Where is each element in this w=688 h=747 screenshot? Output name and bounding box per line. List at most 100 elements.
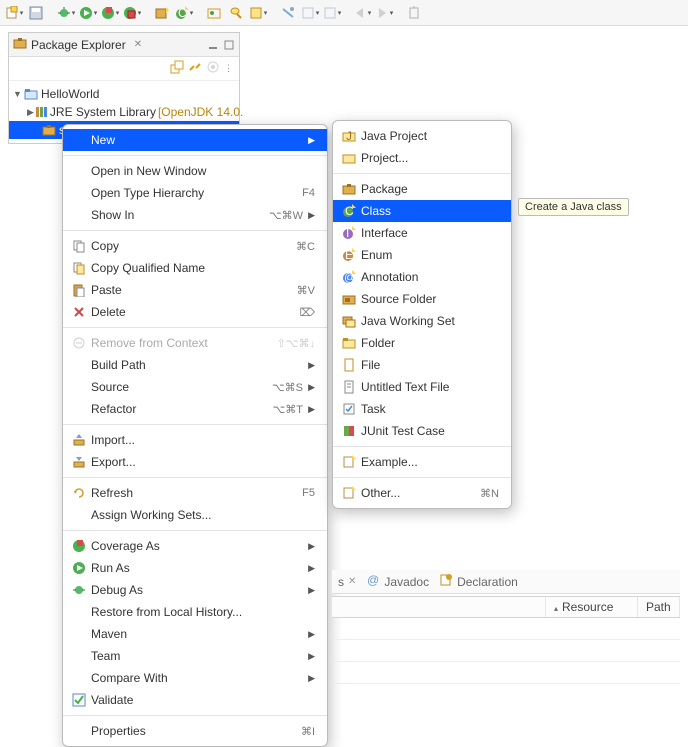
col-empty[interactable]: [332, 597, 546, 617]
menu-copy[interactable]: Copy⌘C: [63, 235, 327, 257]
menu-open-new-window[interactable]: Open in New Window: [63, 160, 327, 182]
explorer-header: Package Explorer ✕: [9, 33, 239, 57]
menu-maven[interactable]: Maven▶: [63, 623, 327, 645]
menu-debug-as[interactable]: Debug As▶: [63, 579, 327, 601]
java-project-icon: [23, 87, 39, 101]
annotation-icon: @: [339, 270, 359, 284]
ext-tools-button[interactable]: ▾: [122, 3, 142, 23]
submenu-example[interactable]: Example...: [333, 451, 511, 473]
submenu-class[interactable]: CClass: [333, 200, 511, 222]
menu-copy-qualified[interactable]: Copy Qualified Name: [63, 257, 327, 279]
submenu-java-project[interactable]: JJava Project: [333, 125, 511, 147]
explorer-title: Package Explorer: [31, 38, 126, 52]
prev-annotation-button[interactable]: ▾: [300, 3, 320, 23]
expand-arrow-icon[interactable]: ▶: [27, 107, 34, 118]
table-row[interactable]: [332, 662, 680, 684]
coverage-button[interactable]: ▾: [100, 3, 120, 23]
table-row[interactable]: [332, 640, 680, 662]
example-icon: [339, 455, 359, 469]
close-icon[interactable]: ✕: [134, 39, 142, 50]
save-button[interactable]: [26, 3, 46, 23]
class-icon: C: [339, 204, 359, 218]
minimize-icon[interactable]: [207, 39, 219, 51]
menu-assign-ws[interactable]: Assign Working Sets...: [63, 504, 327, 526]
submenu-enum[interactable]: EEnum: [333, 244, 511, 266]
refresh-icon: [69, 486, 89, 500]
submenu-package[interactable]: Package: [333, 178, 511, 200]
tab-javadoc[interactable]: @ Javadoc: [366, 573, 429, 590]
forward-button[interactable]: ▾: [374, 3, 394, 23]
declaration-icon: [439, 573, 453, 590]
svg-text:@: @: [367, 573, 379, 587]
menu-coverage-as[interactable]: Coverage As▶: [63, 535, 327, 557]
run-button[interactable]: ▾: [78, 3, 98, 23]
menu-source[interactable]: Source⌥⌘S▶: [63, 376, 327, 398]
submenu-untitled[interactable]: Untitled Text File: [333, 376, 511, 398]
submenu-interface[interactable]: IInterface: [333, 222, 511, 244]
col-resource[interactable]: ▴Resource: [546, 597, 638, 617]
collapse-all-icon[interactable]: [170, 60, 184, 77]
tree-project-row[interactable]: ▼ HelloWorld: [9, 85, 239, 103]
menu-new[interactable]: New▶: [63, 129, 327, 151]
submenu-junit[interactable]: JUnit Test Case: [333, 420, 511, 442]
menu-run-as[interactable]: Run As▶: [63, 557, 327, 579]
new-submenu: JJava Project Project... Package CClass …: [332, 120, 512, 509]
menu-validate[interactable]: Validate: [63, 689, 327, 711]
maximize-icon[interactable]: [223, 39, 235, 51]
library-icon: [34, 105, 48, 119]
search-button[interactable]: [226, 3, 246, 23]
new-package-button[interactable]: [152, 3, 172, 23]
menu-show-in[interactable]: Show In⌥⌘W▶: [63, 204, 327, 226]
next-annotation-button[interactable]: ▾: [322, 3, 342, 23]
tab-declaration[interactable]: Declaration: [439, 573, 518, 590]
jre-version: [OpenJDK 14.0.: [158, 105, 243, 119]
expand-arrow-icon[interactable]: ▼: [13, 89, 23, 99]
new-class-button[interactable]: C▾: [174, 3, 194, 23]
menu-delete[interactable]: Delete⌦: [63, 301, 327, 323]
menu-restore-history[interactable]: Restore from Local History...: [63, 601, 327, 623]
submenu-other[interactable]: Other...⌘N: [333, 482, 511, 504]
menu-open-type-hierarchy[interactable]: Open Type HierarchyF4: [63, 182, 327, 204]
col-path[interactable]: Path: [638, 597, 680, 617]
main-toolbar: ▾ ▾ ▾ ▾ ▾ C▾ ▾ ▾ ▾ ▾ ▾: [0, 0, 688, 26]
submenu-file[interactable]: File: [333, 354, 511, 376]
separator: [333, 173, 511, 174]
menu-team[interactable]: Team▶: [63, 645, 327, 667]
pin-editor-button[interactable]: [404, 3, 424, 23]
separator: [63, 230, 327, 231]
link-editor-icon[interactable]: [188, 60, 202, 77]
text-file-icon: [339, 380, 359, 394]
back-button[interactable]: ▾: [352, 3, 372, 23]
debug-button[interactable]: ▾: [56, 3, 76, 23]
menu-build-path[interactable]: Build Path▶: [63, 354, 327, 376]
menu-compare-with[interactable]: Compare With▶: [63, 667, 327, 689]
submenu-folder[interactable]: Folder: [333, 332, 511, 354]
submenu-annotation[interactable]: @Annotation: [333, 266, 511, 288]
menu-refactor[interactable]: Refactor⌥⌘T▶: [63, 398, 327, 420]
submenu-project[interactable]: Project...: [333, 147, 511, 169]
open-type-button[interactable]: [204, 3, 224, 23]
toggle-markers-button[interactable]: [278, 3, 298, 23]
tree-jre-row[interactable]: ▶ JRE System Library [OpenJDK 14.0.: [9, 103, 239, 121]
submenu-java-ws[interactable]: Java Working Set: [333, 310, 511, 332]
focus-task-icon[interactable]: [206, 60, 220, 77]
menu-refresh[interactable]: RefreshF5: [63, 482, 327, 504]
sort-asc-icon: ▴: [554, 604, 558, 613]
menu-import[interactable]: Import...: [63, 429, 327, 451]
new-wizard-button[interactable]: ▾: [4, 3, 24, 23]
tab-truncated[interactable]: s ✕: [338, 575, 356, 589]
table-row[interactable]: [332, 618, 680, 640]
view-menu-icon[interactable]: ⋮: [224, 63, 233, 74]
menu-export[interactable]: Export...: [63, 451, 327, 473]
open-task-button[interactable]: ▾: [248, 3, 268, 23]
menu-paste[interactable]: Paste⌘V: [63, 279, 327, 301]
submenu-task[interactable]: Task: [333, 398, 511, 420]
close-icon[interactable]: ✕: [348, 576, 356, 587]
svg-text:J: J: [346, 129, 352, 143]
separator: [63, 155, 327, 156]
menu-properties[interactable]: Properties⌘I: [63, 720, 327, 742]
separator: [63, 530, 327, 531]
submenu-source-folder[interactable]: Source Folder: [333, 288, 511, 310]
enum-icon: E: [339, 248, 359, 262]
import-icon: [69, 433, 89, 447]
